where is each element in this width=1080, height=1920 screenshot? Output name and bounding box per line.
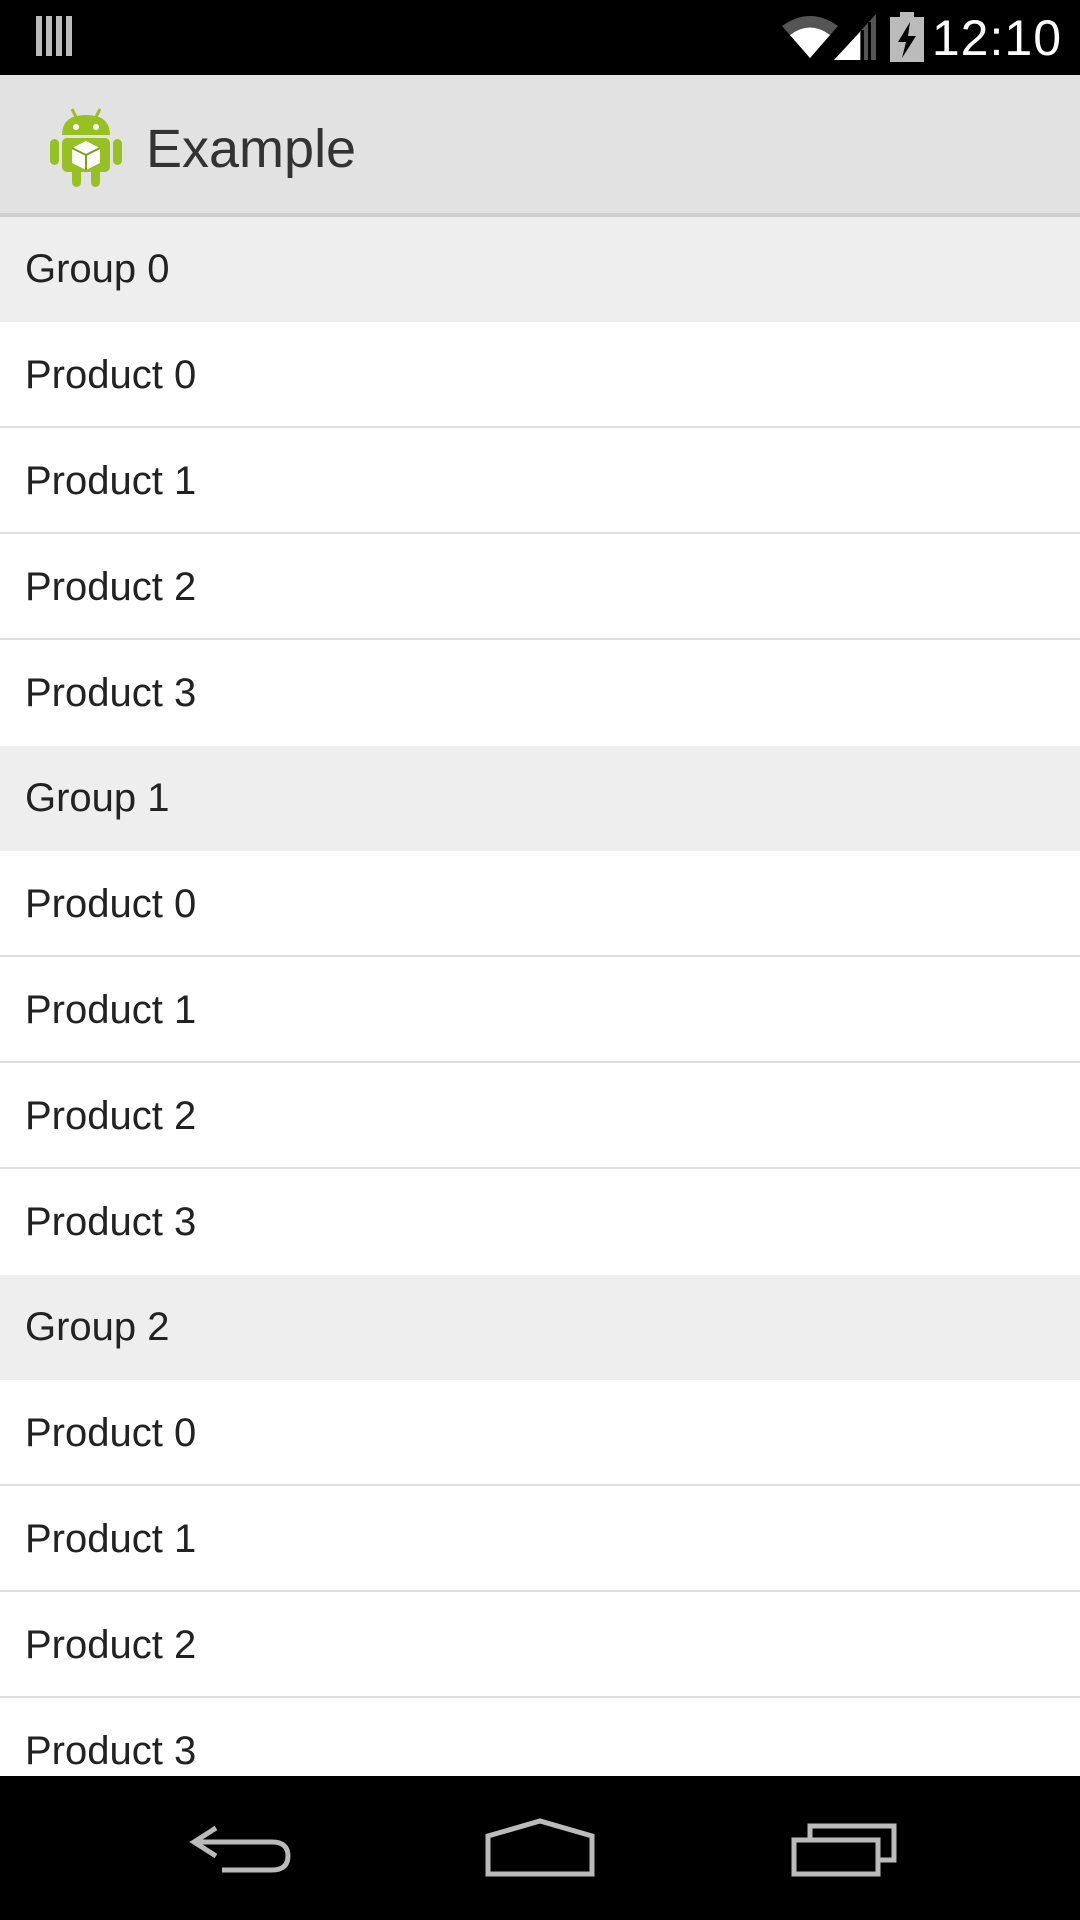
list-item[interactable]: Product 2	[0, 1592, 1080, 1698]
list-item[interactable]: Product 0	[0, 851, 1080, 957]
list-item[interactable]: Product 3	[0, 640, 1080, 746]
notification-bars-icon	[36, 16, 72, 56]
navigation-bar	[0, 1776, 1080, 1920]
list-item[interactable]: Product 3	[0, 1169, 1080, 1275]
list-item[interactable]: Product 0	[0, 1380, 1080, 1486]
list-item[interactable]: Product 3	[0, 1698, 1080, 1776]
list-item[interactable]: Product 1	[0, 1486, 1080, 1592]
status-bar: 12:10	[0, 0, 1080, 75]
cell-signal-icon	[834, 14, 876, 60]
home-icon	[485, 1818, 595, 1877]
list-item[interactable]: Product 0	[0, 322, 1080, 428]
group-header[interactable]: Group 0	[0, 217, 1080, 322]
action-bar: Example	[0, 75, 1080, 217]
back-button[interactable]	[180, 1798, 300, 1898]
android-app-icon[interactable]	[48, 105, 124, 189]
recents-button[interactable]	[784, 1798, 904, 1898]
wifi-icon	[782, 16, 838, 58]
list-item[interactable]: Product 2	[0, 1063, 1080, 1169]
list-item[interactable]: Product 2	[0, 534, 1080, 640]
group-header[interactable]: Group 1	[0, 746, 1080, 851]
battery-charging-icon	[890, 12, 924, 62]
app-title: Example	[146, 119, 357, 179]
group-header[interactable]: Group 2	[0, 1275, 1080, 1380]
list-item[interactable]: Product 1	[0, 428, 1080, 534]
status-clock: 12:10	[931, 10, 1062, 66]
home-button[interactable]	[480, 1798, 600, 1898]
recents-icon	[791, 1823, 897, 1877]
expandable-list[interactable]: Group 0 Product 0 Product 1 Product 2 Pr…	[0, 217, 1080, 1776]
back-icon	[189, 1825, 291, 1873]
list-item[interactable]: Product 1	[0, 957, 1080, 1063]
